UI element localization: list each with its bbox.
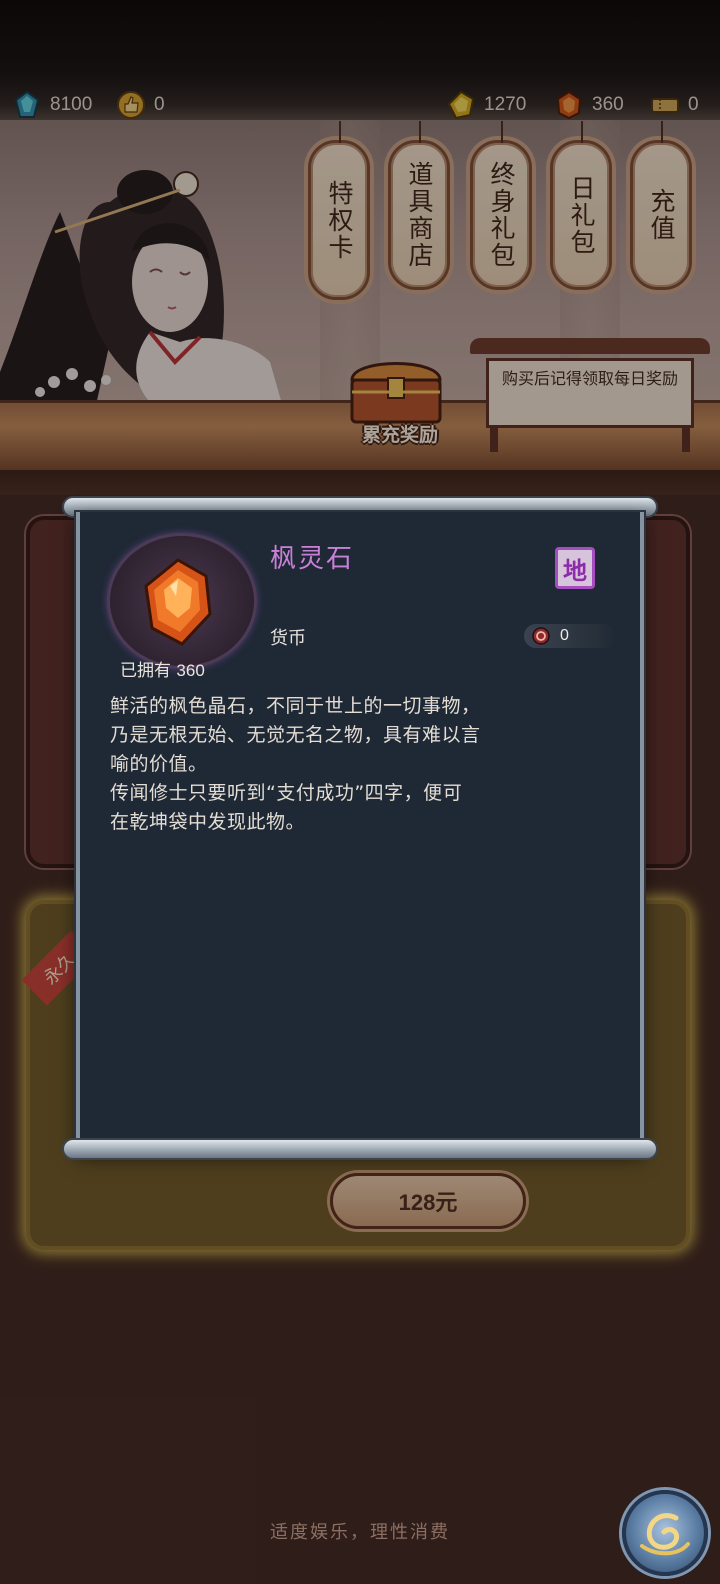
description-line: 喻的价值。: [110, 753, 208, 775]
swirl-return-icon: [640, 1513, 690, 1556]
maple-spirit-stone-icon: [556, 90, 582, 120]
item-price-value: 0: [560, 627, 569, 644]
description-line: 鲜活的枫色晶石，不同于世上的一切事物，: [110, 695, 481, 717]
notice-board-leg: [490, 428, 498, 452]
blue-jade-icon: [14, 90, 40, 118]
item-type: 货币: [270, 628, 306, 649]
notice-board-text: 购买后记得领取每日奖励: [486, 358, 694, 428]
thumbs-up-icon: [117, 91, 145, 119]
owned-label: 已拥有: [120, 661, 171, 680]
return-button[interactable]: [622, 1490, 708, 1576]
tab-privilege-card[interactable]: 特权卡: [308, 121, 370, 300]
maple-stone-currency[interactable]: 360: [554, 88, 624, 122]
tab-lifetime-pack[interactable]: 终身礼包: [470, 121, 532, 290]
modal-scroll-rod-bottom: [62, 1138, 658, 1160]
daily-reward-notice-board[interactable]: 购买后记得领取每日奖励: [470, 338, 710, 452]
ticket-icon: [651, 98, 679, 113]
spirit-stone-currency[interactable]: 1270: [446, 88, 526, 122]
maple-spirit-stone-icon: [144, 558, 212, 646]
maple-stone-value: 360: [592, 94, 624, 115]
item-grade-seal: 地: [555, 547, 595, 589]
item-owned: 已拥有 360: [120, 656, 205, 681]
likes-value: 0: [154, 94, 165, 115]
item-price-pill: 0: [524, 624, 616, 648]
chest-label: 累充奖励: [361, 424, 438, 446]
treasure-chest-icon: [350, 362, 442, 424]
gold-spirit-stone-icon: [447, 90, 475, 120]
red-coin-icon: [532, 627, 550, 645]
ticket-currency[interactable]: 0: [650, 88, 699, 122]
tab-recharge[interactable]: 充值: [630, 121, 692, 290]
jade-currency[interactable]: 8100: [12, 88, 92, 122]
description-line: 在乾坤袋中发现此物。: [110, 811, 306, 833]
tab-item-shop[interactable]: 道具商店: [388, 121, 450, 290]
moderate-play-notice: 适度娱乐，理性消费: [270, 1522, 450, 1543]
owned-count: 360: [176, 661, 205, 680]
notice-board-leg: [682, 428, 690, 452]
spirit-stone-value: 1270: [484, 94, 527, 115]
description-line: 传闻修士只要听到“支付成功”四字，便可: [110, 782, 463, 804]
notice-board-top: [470, 338, 710, 354]
buy-price-button[interactable]: 128元: [330, 1173, 526, 1229]
counter-shadow: [0, 470, 720, 495]
description-line: 乃是无根无始、无觉无名之物，具有难以言: [110, 724, 481, 746]
item-description: 鲜活的枫色晶石，不同于世上的一切事物， 乃是无根无始、无觉无名之物，具有难以言 …: [110, 692, 620, 837]
ticket-value: 0: [688, 94, 699, 115]
jade-value: 8100: [50, 94, 93, 115]
likes-currency[interactable]: 0: [116, 88, 165, 122]
tab-daily-pack[interactable]: 日礼包: [550, 121, 612, 290]
top-status-bar: 8100 0 1270 360 0: [0, 0, 720, 130]
item-name: 枫灵石: [270, 544, 355, 574]
